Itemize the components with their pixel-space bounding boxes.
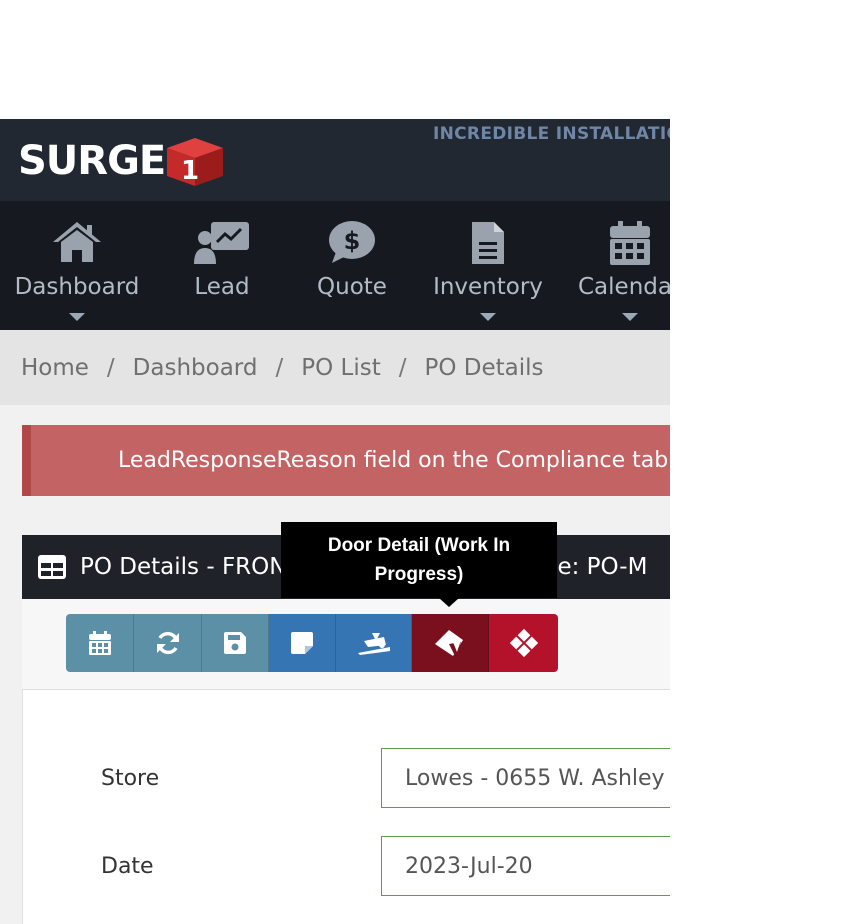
truck-ramp-icon: [357, 633, 390, 655]
home-icon: [53, 222, 101, 262]
tooltip-arrow: [439, 598, 459, 607]
breadcrumb-dashboard[interactable]: Dashboard: [133, 355, 258, 381]
lead-presentation-icon: [194, 222, 249, 264]
po-form: Store Lowes - 0655 W. Ashley Date 2023-J…: [22, 690, 670, 924]
door-open-icon: [435, 630, 463, 656]
chevron-down-icon: [480, 313, 496, 321]
breadcrumb-po-details: PO Details: [424, 354, 544, 381]
tooltip-line-2: Progress): [374, 564, 464, 585]
save-button[interactable]: [202, 614, 269, 672]
schedule-button[interactable]: [66, 614, 134, 672]
store-label: Store: [101, 766, 160, 791]
nav-label: Calendar: [578, 274, 670, 300]
door-detail-button[interactable]: [412, 614, 489, 672]
breadcrumb: Home / Dashboard / PO List / PO Details: [0, 330, 670, 405]
calendar-icon: [610, 221, 650, 265]
calendar-icon: [88, 631, 111, 655]
chevron-down-icon: [622, 313, 638, 321]
table-grid-icon: [38, 555, 66, 579]
toolbar-area: [22, 599, 670, 690]
tagline: INCREDIBLE INSTALLATIONS: [433, 124, 670, 144]
tooltip-line-1: Door Detail (Work In: [327, 535, 511, 556]
date-label: Date: [101, 854, 154, 879]
chevron-down-icon: [69, 313, 85, 321]
date-field[interactable]: 2023-Jul-20: [381, 836, 670, 896]
breadcrumb-home[interactable]: Home: [21, 355, 89, 381]
alert-message: LeadResponseReason field on the Complian…: [118, 448, 670, 473]
logo-cube-icon: 1: [167, 138, 224, 186]
notes-button[interactable]: [269, 614, 336, 672]
breadcrumb-separator: /: [398, 354, 407, 381]
top-header: SURGE 1 INCREDIBLE INSTALLATIONS: [0, 119, 670, 201]
app-window: SURGE 1 INCREDIBLE INSTALLATIONS Dashboa…: [0, 119, 670, 924]
main-nav: Dashboard Lead $ Quote Inventory Calenda: [0, 201, 670, 330]
nav-label: Quote: [317, 274, 387, 300]
nav-item-calendar[interactable]: Calendar: [578, 201, 670, 330]
nav-item-lead[interactable]: Lead: [172, 201, 272, 330]
logo-badge: 1: [181, 156, 199, 186]
logo-text: SURGE: [18, 138, 166, 184]
document-icon: [472, 222, 504, 264]
breadcrumb-separator: /: [275, 354, 284, 381]
window-icon: [509, 628, 538, 658]
surge1-logo[interactable]: SURGE 1: [18, 131, 229, 191]
dollar-comment-icon: $: [329, 221, 375, 263]
toolbar-button-group: [66, 614, 558, 672]
refresh-icon: [156, 631, 179, 655]
svg-text:$: $: [344, 227, 361, 255]
delivery-button[interactable]: [336, 614, 412, 672]
nav-label: Dashboard: [14, 274, 140, 300]
nav-label: Inventory: [433, 274, 543, 300]
nav-item-dashboard[interactable]: Dashboard: [8, 201, 146, 330]
validation-alert: LeadResponseReason field on the Complian…: [22, 425, 670, 496]
save-icon: [224, 632, 246, 654]
nav-label: Lead: [194, 274, 250, 300]
breadcrumb-po-list[interactable]: PO List: [301, 355, 381, 381]
breadcrumb-separator: /: [106, 354, 115, 381]
door-detail-tooltip: Door Detail (Work In Progress): [281, 522, 557, 598]
store-field[interactable]: Lowes - 0655 W. Ashley: [381, 748, 670, 808]
window-detail-button[interactable]: [489, 614, 558, 672]
sticky-note-icon: [291, 632, 313, 654]
refresh-button[interactable]: [134, 614, 202, 672]
nav-item-inventory[interactable]: Inventory: [428, 201, 548, 330]
nav-item-quote[interactable]: $ Quote: [304, 201, 400, 330]
